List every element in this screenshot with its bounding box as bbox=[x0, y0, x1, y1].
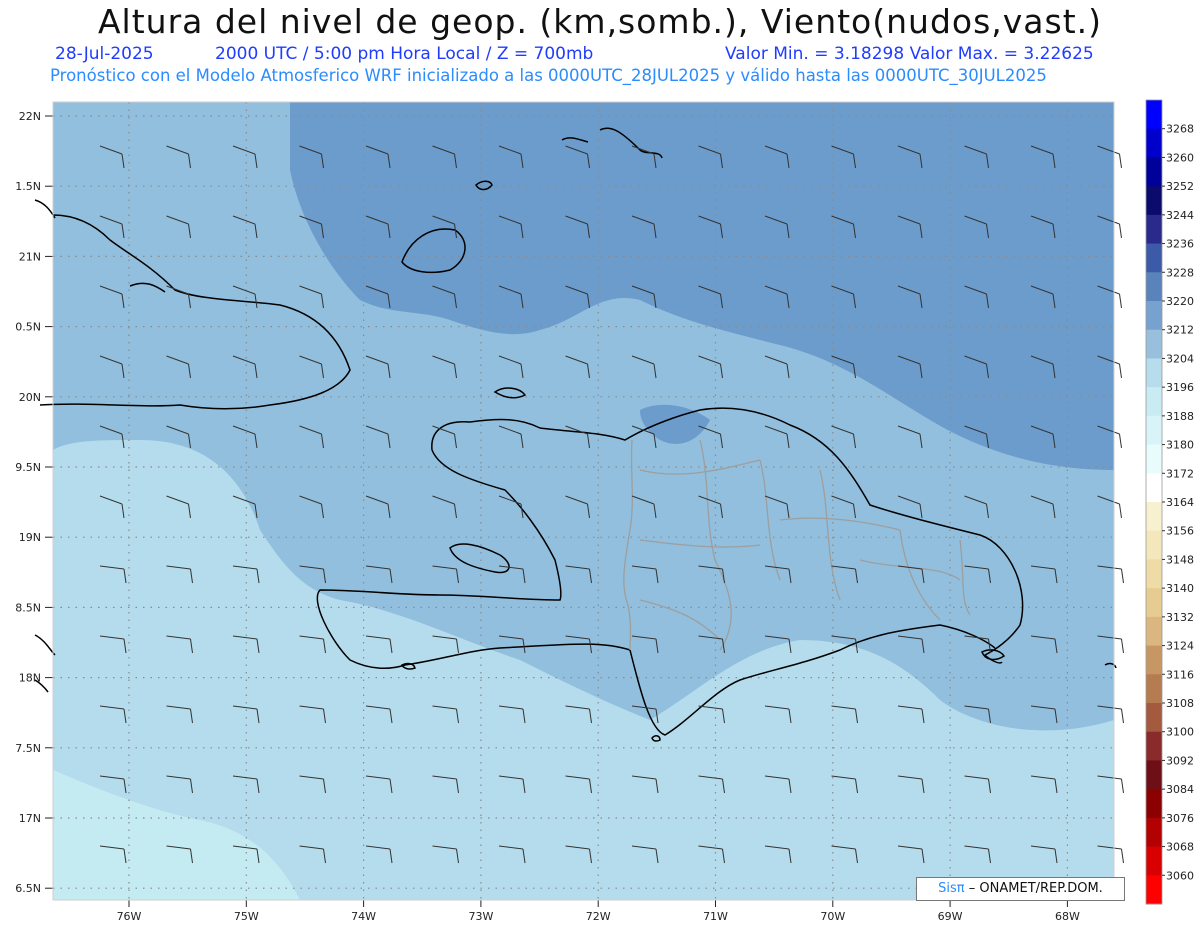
lon-label: 74W bbox=[351, 910, 376, 923]
colorbar-swatch bbox=[1146, 415, 1162, 446]
colorbar-label: 3124 bbox=[1166, 640, 1194, 653]
lat-label: 17N bbox=[19, 812, 41, 825]
colorbar-swatch bbox=[1146, 243, 1162, 273]
colorbar-swatch bbox=[1146, 674, 1162, 704]
colorbar-swatch bbox=[1146, 387, 1162, 417]
colorbar-label: 3188 bbox=[1166, 410, 1194, 423]
colorbar-label: 3156 bbox=[1166, 525, 1194, 538]
colorbar-swatch bbox=[1146, 616, 1162, 647]
colorbar-swatch bbox=[1146, 473, 1162, 503]
colorbar-swatch bbox=[1146, 444, 1162, 474]
colorbar-label: 3140 bbox=[1166, 582, 1194, 595]
colorbar-swatch bbox=[1146, 186, 1162, 216]
colorbar-label: 3228 bbox=[1166, 266, 1194, 279]
lat-label: 9.5N bbox=[15, 461, 41, 474]
colorbar-label: 3220 bbox=[1166, 295, 1194, 308]
colorbar-label: 3084 bbox=[1166, 783, 1194, 796]
colorbar-swatch bbox=[1146, 789, 1162, 819]
lat-label: 18N bbox=[19, 672, 41, 685]
sispi-logo-text: Sisπ bbox=[938, 881, 965, 896]
lon-label: 75W bbox=[234, 910, 259, 923]
lon-label: 76W bbox=[117, 910, 142, 923]
colorbar-label: 3260 bbox=[1166, 151, 1194, 164]
colorbar-label: 3212 bbox=[1166, 324, 1194, 337]
colorbar-label: 3132 bbox=[1166, 611, 1194, 624]
colorbar-label: 3116 bbox=[1166, 668, 1194, 681]
color-scale: 3268 3260 3252 3244 3236 3228 3220 3212 3204 3196… bbox=[1145, 99, 1194, 905]
colorbar-swatch bbox=[1146, 559, 1162, 589]
colorbar-swatch bbox=[1146, 530, 1162, 560]
credit-text: – ONAMET/REP.DOM. bbox=[968, 881, 1103, 896]
lon-label: 69W bbox=[938, 910, 963, 923]
colorbar-label: 3244 bbox=[1166, 209, 1194, 222]
colorbar-swatch bbox=[1146, 329, 1162, 359]
lat-label: 0.5N bbox=[15, 321, 41, 334]
lat-label: 7.5N bbox=[15, 742, 41, 755]
credit-box: Sisπ – ONAMET/REP.DOM. bbox=[916, 877, 1125, 901]
lat-label: 6.5N bbox=[15, 882, 41, 895]
colorbar-label: 3196 bbox=[1166, 381, 1194, 394]
colorbar-swatch bbox=[1146, 703, 1162, 733]
colorbar-swatch bbox=[1146, 301, 1162, 331]
colorbar-label: 3236 bbox=[1166, 238, 1194, 251]
lon-label: 68W bbox=[1055, 910, 1080, 923]
latitude-labels: 22N 1.5N 21N 0.5N 20N 9.5N 19N 8.5N 18N 7.5N 17N 6.… bbox=[15, 110, 53, 895]
colorbar-swatch bbox=[1146, 358, 1162, 388]
longitude-labels: 76W 75W 74W 73W 72W 71W 70W 69W 68W bbox=[117, 900, 1080, 923]
colorbar-label: 3252 bbox=[1166, 180, 1194, 193]
colorbar-label: 3060 bbox=[1166, 869, 1194, 882]
colorbar-swatch bbox=[1146, 100, 1162, 130]
lat-label: 19N bbox=[19, 531, 41, 544]
lat-label: 21N bbox=[19, 250, 41, 263]
geopotential-field bbox=[53, 102, 1114, 900]
colorbar-label: 3092 bbox=[1166, 754, 1194, 767]
lat-label: 8.5N bbox=[15, 601, 41, 614]
lat-label: 1.5N bbox=[15, 180, 41, 193]
lat-label: 20N bbox=[19, 391, 41, 404]
colorbar-swatch bbox=[1146, 588, 1162, 618]
colorbar-swatch bbox=[1146, 645, 1162, 675]
colorbar-label: 3164 bbox=[1166, 496, 1194, 509]
colorbar-swatch bbox=[1146, 157, 1162, 187]
colorbar-label: 3204 bbox=[1166, 352, 1194, 365]
lon-label: 72W bbox=[586, 910, 611, 923]
colorbar-swatch bbox=[1146, 875, 1162, 905]
colorbar-swatch bbox=[1146, 214, 1162, 245]
colorbar-swatch bbox=[1146, 272, 1162, 302]
colorbar-label: 3148 bbox=[1166, 553, 1194, 566]
colorbar-label: 3100 bbox=[1166, 726, 1194, 739]
weather-map: 22N 1.5N 21N 0.5N 20N 9.5N 19N 8.5N 18N 7.5N 17N 6.… bbox=[15, 99, 1194, 923]
colorbar-label: 3180 bbox=[1166, 439, 1194, 452]
lon-label: 73W bbox=[468, 910, 493, 923]
lat-label: 22N bbox=[19, 110, 41, 123]
colorbar-swatch bbox=[1146, 731, 1162, 761]
lon-label: 71W bbox=[703, 910, 728, 923]
colorbar-label: 3108 bbox=[1166, 697, 1194, 710]
colorbar-label: 3268 bbox=[1166, 123, 1194, 136]
colorbar-label: 3172 bbox=[1166, 467, 1194, 480]
colorbar-swatch bbox=[1146, 760, 1162, 790]
colorbar-label: 3076 bbox=[1166, 812, 1194, 825]
colorbar-swatch bbox=[1146, 846, 1162, 876]
colorbar-swatch bbox=[1146, 502, 1162, 532]
lon-label: 70W bbox=[820, 910, 845, 923]
colorbar-swatch bbox=[1146, 128, 1162, 158]
colorbar-swatch bbox=[1146, 817, 1162, 848]
colorbar-label: 3068 bbox=[1166, 841, 1194, 854]
